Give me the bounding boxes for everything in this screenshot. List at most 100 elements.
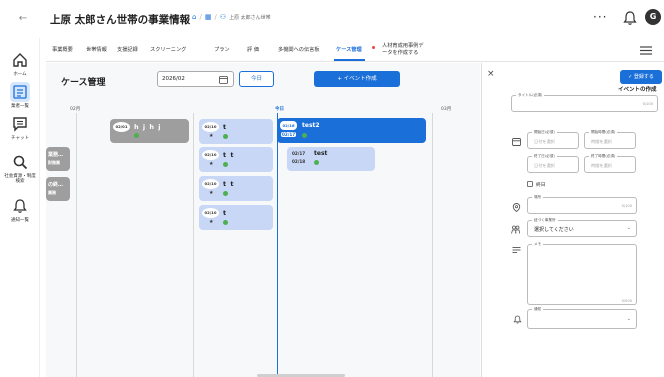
today-button[interactable]: 今日 bbox=[239, 71, 274, 87]
sidebar-item-label: 社会資源・制度検索 bbox=[4, 174, 36, 184]
page-title: 上原 太郎さん世帯の事業情報 bbox=[50, 14, 191, 26]
star-icon: ★ bbox=[209, 219, 214, 225]
sidebar-item-home[interactable]: ホーム bbox=[0, 52, 40, 77]
event-date-badge: 02/10 bbox=[202, 150, 219, 160]
event-card-title: test bbox=[314, 150, 328, 157]
field-label: メモ bbox=[532, 242, 544, 247]
grid-line bbox=[432, 113, 433, 377]
event-date-badge: 02/10 bbox=[202, 179, 219, 189]
field-placeholder: 時間を選択 bbox=[591, 139, 612, 144]
event-card-selected[interactable]: 02/16 02/17 test2 bbox=[277, 118, 426, 143]
star-icon: ★ bbox=[209, 161, 214, 167]
tab-household[interactable]: 世帯情報 bbox=[86, 47, 107, 53]
tab-active-indicator bbox=[334, 59, 365, 61]
notify-select[interactable]: 通知 ⌄ bbox=[527, 307, 637, 329]
event-start-date: 02/16 bbox=[280, 121, 297, 130]
tab-message-board[interactable]: 多機関への伝言板 bbox=[278, 47, 320, 53]
title-field[interactable]: タイトル(必須) 0/100 bbox=[511, 93, 658, 112]
sidebar-item-list[interactable]: 業者一覧 bbox=[0, 82, 40, 109]
month-picker[interactable]: 2026/02 bbox=[157, 71, 234, 87]
sidebar-item-label: ホーム bbox=[13, 72, 27, 77]
event-card-title: t t bbox=[223, 151, 235, 159]
calendar-icon[interactable] bbox=[219, 75, 228, 84]
sidebar-item-chat[interactable]: チャット bbox=[0, 116, 40, 141]
chevron-down-icon: ⌄ bbox=[626, 225, 631, 231]
star-icon: ★ bbox=[209, 190, 214, 196]
event-date-badge: 02/10 bbox=[202, 122, 219, 132]
bell-icon bbox=[513, 315, 522, 324]
notes-icon bbox=[512, 247, 521, 253]
sidebar-item-resource-search[interactable]: 社会資源・制度検索 bbox=[0, 154, 40, 184]
create-event-button[interactable]: + イベント作成 bbox=[314, 71, 400, 87]
month-column-label: 03月 bbox=[441, 107, 452, 112]
allday-label: 終日 bbox=[536, 183, 546, 188]
status-dot bbox=[223, 220, 228, 225]
field-label: 紐づく事業所 bbox=[532, 218, 558, 223]
tab-case-management[interactable]: ケース管理 bbox=[336, 47, 362, 53]
grid-line bbox=[76, 113, 77, 377]
search-icon bbox=[13, 155, 28, 170]
event-end-date: 02/18 bbox=[292, 159, 306, 164]
char-counter: 0/100 bbox=[642, 102, 653, 106]
avatar[interactable]: G bbox=[645, 9, 661, 25]
field-label: 終了時間(必須) bbox=[589, 154, 618, 159]
tab-training-case-data[interactable]: 人材育成用事例データを作成する bbox=[382, 43, 424, 57]
divider: / bbox=[199, 13, 202, 21]
event-card[interactable]: の終… 業務 bbox=[46, 177, 70, 201]
sidebar-item-notifications[interactable]: 通知一覧 bbox=[0, 198, 40, 223]
event-card-title: t t bbox=[223, 180, 235, 188]
memo-field[interactable]: メモ 0/500 bbox=[527, 242, 637, 305]
start-time-field[interactable]: 開始時間(必須) 時間を選択 bbox=[584, 130, 636, 149]
register-button[interactable]: ✓ 登録する bbox=[620, 70, 662, 84]
location-pin-icon bbox=[512, 203, 521, 212]
place-field[interactable]: 場所 0/100 bbox=[527, 195, 637, 214]
end-date-field[interactable]: 終了日(必須) 日付を選択 bbox=[527, 154, 579, 173]
event-card[interactable]: 02/10 ★ t t bbox=[199, 176, 273, 201]
event-card[interactable]: 02/01 h j h j bbox=[110, 119, 189, 143]
panel-heading: イベントの作成 bbox=[618, 87, 657, 93]
status-dot bbox=[314, 160, 319, 165]
tab-plan[interactable]: プラン bbox=[214, 47, 230, 53]
event-card-title: 業務… bbox=[48, 152, 64, 158]
field-placeholder: 時間を選択 bbox=[591, 163, 612, 168]
tab-support-records[interactable]: 支援記録 bbox=[117, 47, 138, 53]
more-menu-button[interactable]: ··· bbox=[593, 10, 607, 24]
event-card[interactable]: 業務… 財務業 bbox=[46, 147, 70, 171]
event-card[interactable]: 02/10 ★ t bbox=[199, 119, 273, 144]
today-line bbox=[277, 113, 278, 377]
sidebar-item-label: 通知一覧 bbox=[11, 218, 29, 223]
left-sidebar: ホーム 業者一覧 チャット 社会資源・制度検索 通知一覧 bbox=[0, 38, 40, 377]
grid-icon[interactable]: ▦ bbox=[205, 13, 212, 21]
allday-checkbox[interactable] bbox=[527, 181, 533, 187]
star-icon: ★ bbox=[209, 133, 214, 139]
close-icon[interactable]: × bbox=[487, 69, 495, 79]
home-icon[interactable]: ⌂ bbox=[192, 13, 196, 21]
status-dot bbox=[302, 133, 307, 138]
tab-evaluation[interactable]: 評 価 bbox=[247, 47, 259, 53]
people-icon bbox=[511, 225, 520, 234]
sidebar-item-label: チャット bbox=[11, 136, 29, 141]
end-time-field[interactable]: 終了時間(必須) 時間を選択 bbox=[584, 154, 636, 173]
char-counter: 0/500 bbox=[621, 299, 632, 303]
bell-icon bbox=[13, 199, 27, 213]
bell-icon[interactable] bbox=[623, 10, 637, 26]
month-value: 2026/02 bbox=[162, 76, 185, 82]
event-end-date: 02/17 bbox=[281, 132, 297, 137]
status-dot bbox=[223, 162, 228, 167]
field-label: タイトル(必須) bbox=[516, 93, 545, 98]
back-arrow-icon[interactable]: ← bbox=[16, 12, 30, 26]
tab-overview[interactable]: 事業概要 bbox=[52, 47, 73, 53]
event-card[interactable]: 02/17 02/18 test bbox=[287, 147, 375, 171]
status-dot bbox=[223, 191, 228, 196]
target-office-select[interactable]: 紐づく事業所 選択してください ⌄ bbox=[527, 218, 637, 237]
start-date-field[interactable]: 開始日(必須) 日付を選択 bbox=[527, 130, 579, 149]
hamburger-menu-icon[interactable] bbox=[640, 46, 652, 55]
breadcrumb-household[interactable]: 上原 太郎さん世帯 bbox=[229, 14, 271, 21]
field-label: 終了日(必須) bbox=[532, 154, 557, 159]
event-card[interactable]: 02/10 ★ t t bbox=[199, 147, 273, 172]
people-icon[interactable]: ⚇ bbox=[220, 13, 226, 21]
event-card[interactable]: 02/10 ★ t bbox=[199, 205, 273, 230]
status-dot bbox=[223, 134, 228, 139]
event-start-date: 02/17 bbox=[292, 151, 306, 156]
tab-screening[interactable]: スクリーニング bbox=[150, 47, 186, 53]
